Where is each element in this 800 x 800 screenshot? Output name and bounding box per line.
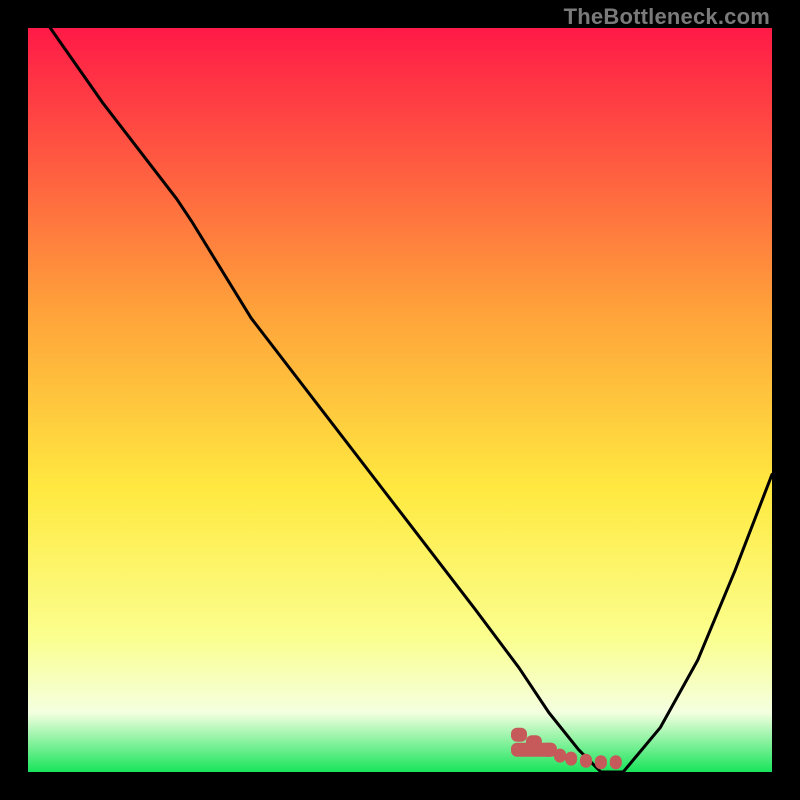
highlight-dot xyxy=(554,749,566,763)
highlight-dot xyxy=(526,735,542,749)
plot-frame xyxy=(28,28,772,772)
gradient-background xyxy=(28,28,772,772)
highlight-dot xyxy=(595,755,607,769)
highlight-dot xyxy=(565,752,577,766)
bottleneck-chart xyxy=(28,28,772,772)
highlight-dot xyxy=(610,755,622,769)
watermark-text: TheBottleneck.com xyxy=(564,4,770,30)
highlight-dot xyxy=(511,728,527,742)
highlight-dot xyxy=(580,754,592,768)
